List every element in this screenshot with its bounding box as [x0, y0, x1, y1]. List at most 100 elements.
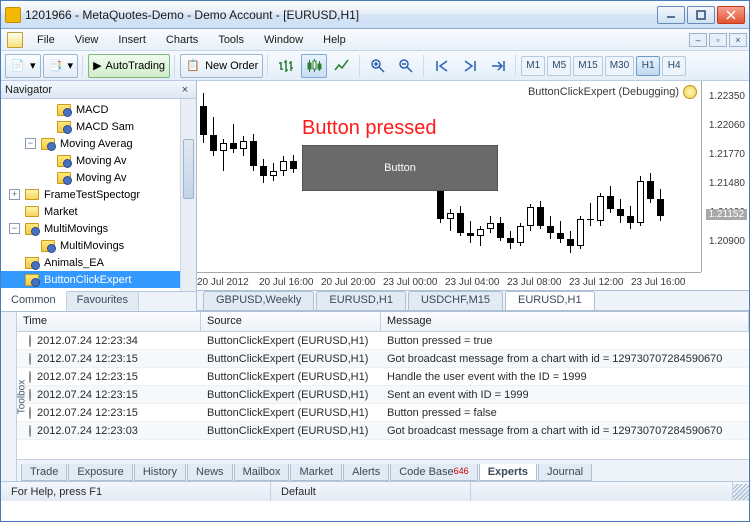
expand-icon[interactable]	[9, 274, 20, 285]
close-button[interactable]	[717, 6, 745, 24]
chart[interactable]: ButtonClickExpert (Debugging) Button pre…	[197, 81, 749, 291]
candles-icon	[306, 58, 322, 74]
log-tab-code-base[interactable]: Code Base646	[390, 464, 477, 481]
scroll-end-button[interactable]	[457, 54, 483, 78]
navigator-tab-favourites[interactable]: Favourites	[67, 292, 139, 311]
log-row[interactable]: 2012.07.24 12:23:03ButtonClickExpert (EU…	[17, 422, 749, 440]
tree-item[interactable]: MultiMovings	[1, 237, 196, 254]
mdi-close[interactable]: ×	[729, 33, 747, 47]
tree-item[interactable]: + FrameTestSpectogr	[1, 186, 196, 203]
log-time: 2012.07.24 12:23:15	[17, 407, 201, 419]
navigator-close-icon[interactable]: ×	[178, 83, 192, 97]
expand-icon[interactable]	[25, 240, 36, 251]
tree-item[interactable]: Animals_EA	[1, 254, 196, 271]
tree-item[interactable]: MACD	[1, 101, 196, 118]
new-chart-button[interactable]: 📄▾	[5, 54, 41, 78]
log-tab-news[interactable]: News	[187, 464, 233, 481]
navigator-scrollbar[interactable]	[180, 99, 196, 291]
log-header: Time Source Message	[17, 312, 749, 332]
col-message[interactable]: Message	[381, 312, 749, 331]
log-time: 2012.07.24 12:23:03	[17, 425, 201, 437]
timeframe-M30[interactable]: M30	[605, 56, 634, 76]
zoom-in-button[interactable]	[365, 54, 391, 78]
scrollbar-thumb[interactable]	[183, 139, 194, 199]
timeframe-M1[interactable]: M1	[521, 56, 545, 76]
log-tab-market[interactable]: Market	[290, 464, 342, 481]
log-tab-journal[interactable]: Journal	[538, 464, 592, 481]
menu-window[interactable]: Window	[254, 32, 313, 48]
scroll-begin-button[interactable]	[429, 54, 455, 78]
menu-insert[interactable]: Insert	[108, 32, 156, 48]
tree-item[interactable]: −Moving Averag	[1, 135, 196, 152]
log-row[interactable]: 2012.07.24 12:23:15ButtonClickExpert (EU…	[17, 404, 749, 422]
tree-item[interactable]: Market	[1, 203, 196, 220]
candle-body	[457, 213, 464, 233]
ea-icon	[24, 273, 40, 287]
line-chart-button[interactable]	[329, 54, 355, 78]
menu-tools[interactable]: Tools	[208, 32, 254, 48]
expand-icon[interactable]	[9, 206, 20, 217]
mdi-minimize[interactable]: –	[689, 33, 707, 47]
log-tab-trade[interactable]: Trade	[21, 464, 67, 481]
timeframe-H1[interactable]: H1	[636, 56, 660, 76]
tree-item[interactable]: MACD Sam	[1, 118, 196, 135]
col-time[interactable]: Time	[17, 312, 201, 331]
tree-item[interactable]: Moving Av	[1, 152, 196, 169]
expand-icon[interactable]	[9, 257, 20, 268]
log-tab-experts[interactable]: Experts	[479, 464, 537, 481]
tree-item[interactable]: −MultiMovings	[1, 220, 196, 237]
new-order-button[interactable]: 📋New Order	[180, 54, 263, 78]
log-message: Sent an event with ID = 1999	[381, 389, 749, 401]
log-row[interactable]: 2012.07.24 12:23:15ButtonClickExpert (EU…	[17, 386, 749, 404]
expand-icon[interactable]	[41, 104, 52, 115]
log-source: ButtonClickExpert (EURUSD,H1)	[201, 389, 381, 401]
tree-item[interactable]: ButtonClickExpert	[1, 271, 196, 288]
shift-chart-button[interactable]	[485, 54, 511, 78]
profiles-button[interactable]: 📑▾	[43, 54, 79, 78]
tree-item[interactable]: Moving Av	[1, 169, 196, 186]
expand-icon[interactable]	[41, 121, 52, 132]
menu-view[interactable]: View	[65, 32, 109, 48]
log-row[interactable]: 2012.07.24 12:23:15ButtonClickExpert (EU…	[17, 368, 749, 386]
document-icon[interactable]	[7, 32, 23, 48]
zoom-out-button[interactable]	[393, 54, 419, 78]
tree-item[interactable]: BuyLimit	[1, 288, 196, 291]
tree-label: FrameTestSpectogr	[42, 189, 142, 201]
timeframe-M5[interactable]: M5	[547, 56, 571, 76]
log-row[interactable]: 2012.07.24 12:23:34ButtonClickExpert (EU…	[17, 332, 749, 350]
navigator-tab-common[interactable]: Common	[1, 291, 67, 311]
log-tab-mailbox[interactable]: Mailbox	[234, 464, 290, 481]
maximize-button[interactable]	[687, 6, 715, 24]
autotrading-button[interactable]: ▶AutoTrading	[88, 54, 170, 78]
minimize-button[interactable]	[657, 6, 685, 24]
log-tab-exposure[interactable]: Exposure	[68, 464, 132, 481]
chart-tab[interactable]: USDCHF,M15	[408, 291, 503, 310]
chart-button[interactable]: Button	[302, 145, 498, 191]
navigator-tree[interactable]: MACDMACD Sam−Moving AveragMoving AvMovin…	[1, 99, 196, 291]
candle-chart-button[interactable]	[301, 54, 327, 78]
expand-icon[interactable]	[41, 172, 52, 183]
x-label: 20 Jul 20:00	[321, 277, 376, 288]
chart-tab[interactable]: EURUSD,H1	[505, 291, 595, 310]
menu-help[interactable]: Help	[313, 32, 356, 48]
expand-icon[interactable]: −	[9, 223, 20, 234]
menu-charts[interactable]: Charts	[156, 32, 208, 48]
expand-icon[interactable]	[41, 155, 52, 166]
col-source[interactable]: Source	[201, 312, 381, 331]
resize-grip[interactable]	[733, 484, 749, 500]
chart-tab[interactable]: EURUSD,H1	[316, 291, 406, 310]
timeframe-H4[interactable]: H4	[662, 56, 686, 76]
chart-tab[interactable]: GBPUSD,Weekly	[203, 291, 314, 310]
menu-file[interactable]: File	[27, 32, 65, 48]
expand-icon[interactable]: −	[25, 138, 36, 149]
expand-icon[interactable]: +	[9, 189, 20, 200]
log-source: ButtonClickExpert (EURUSD,H1)	[201, 335, 381, 347]
log-row[interactable]: 2012.07.24 12:23:15ButtonClickExpert (EU…	[17, 350, 749, 368]
log-tab-history[interactable]: History	[134, 464, 186, 481]
bar-chart-button[interactable]	[273, 54, 299, 78]
log-time: 2012.07.24 12:23:15	[17, 353, 201, 365]
log-rows[interactable]: 2012.07.24 12:23:34ButtonClickExpert (EU…	[17, 332, 749, 459]
log-tab-alerts[interactable]: Alerts	[343, 464, 389, 481]
mdi-restore[interactable]: ▫	[709, 33, 727, 47]
timeframe-M15[interactable]: M15	[573, 56, 602, 76]
